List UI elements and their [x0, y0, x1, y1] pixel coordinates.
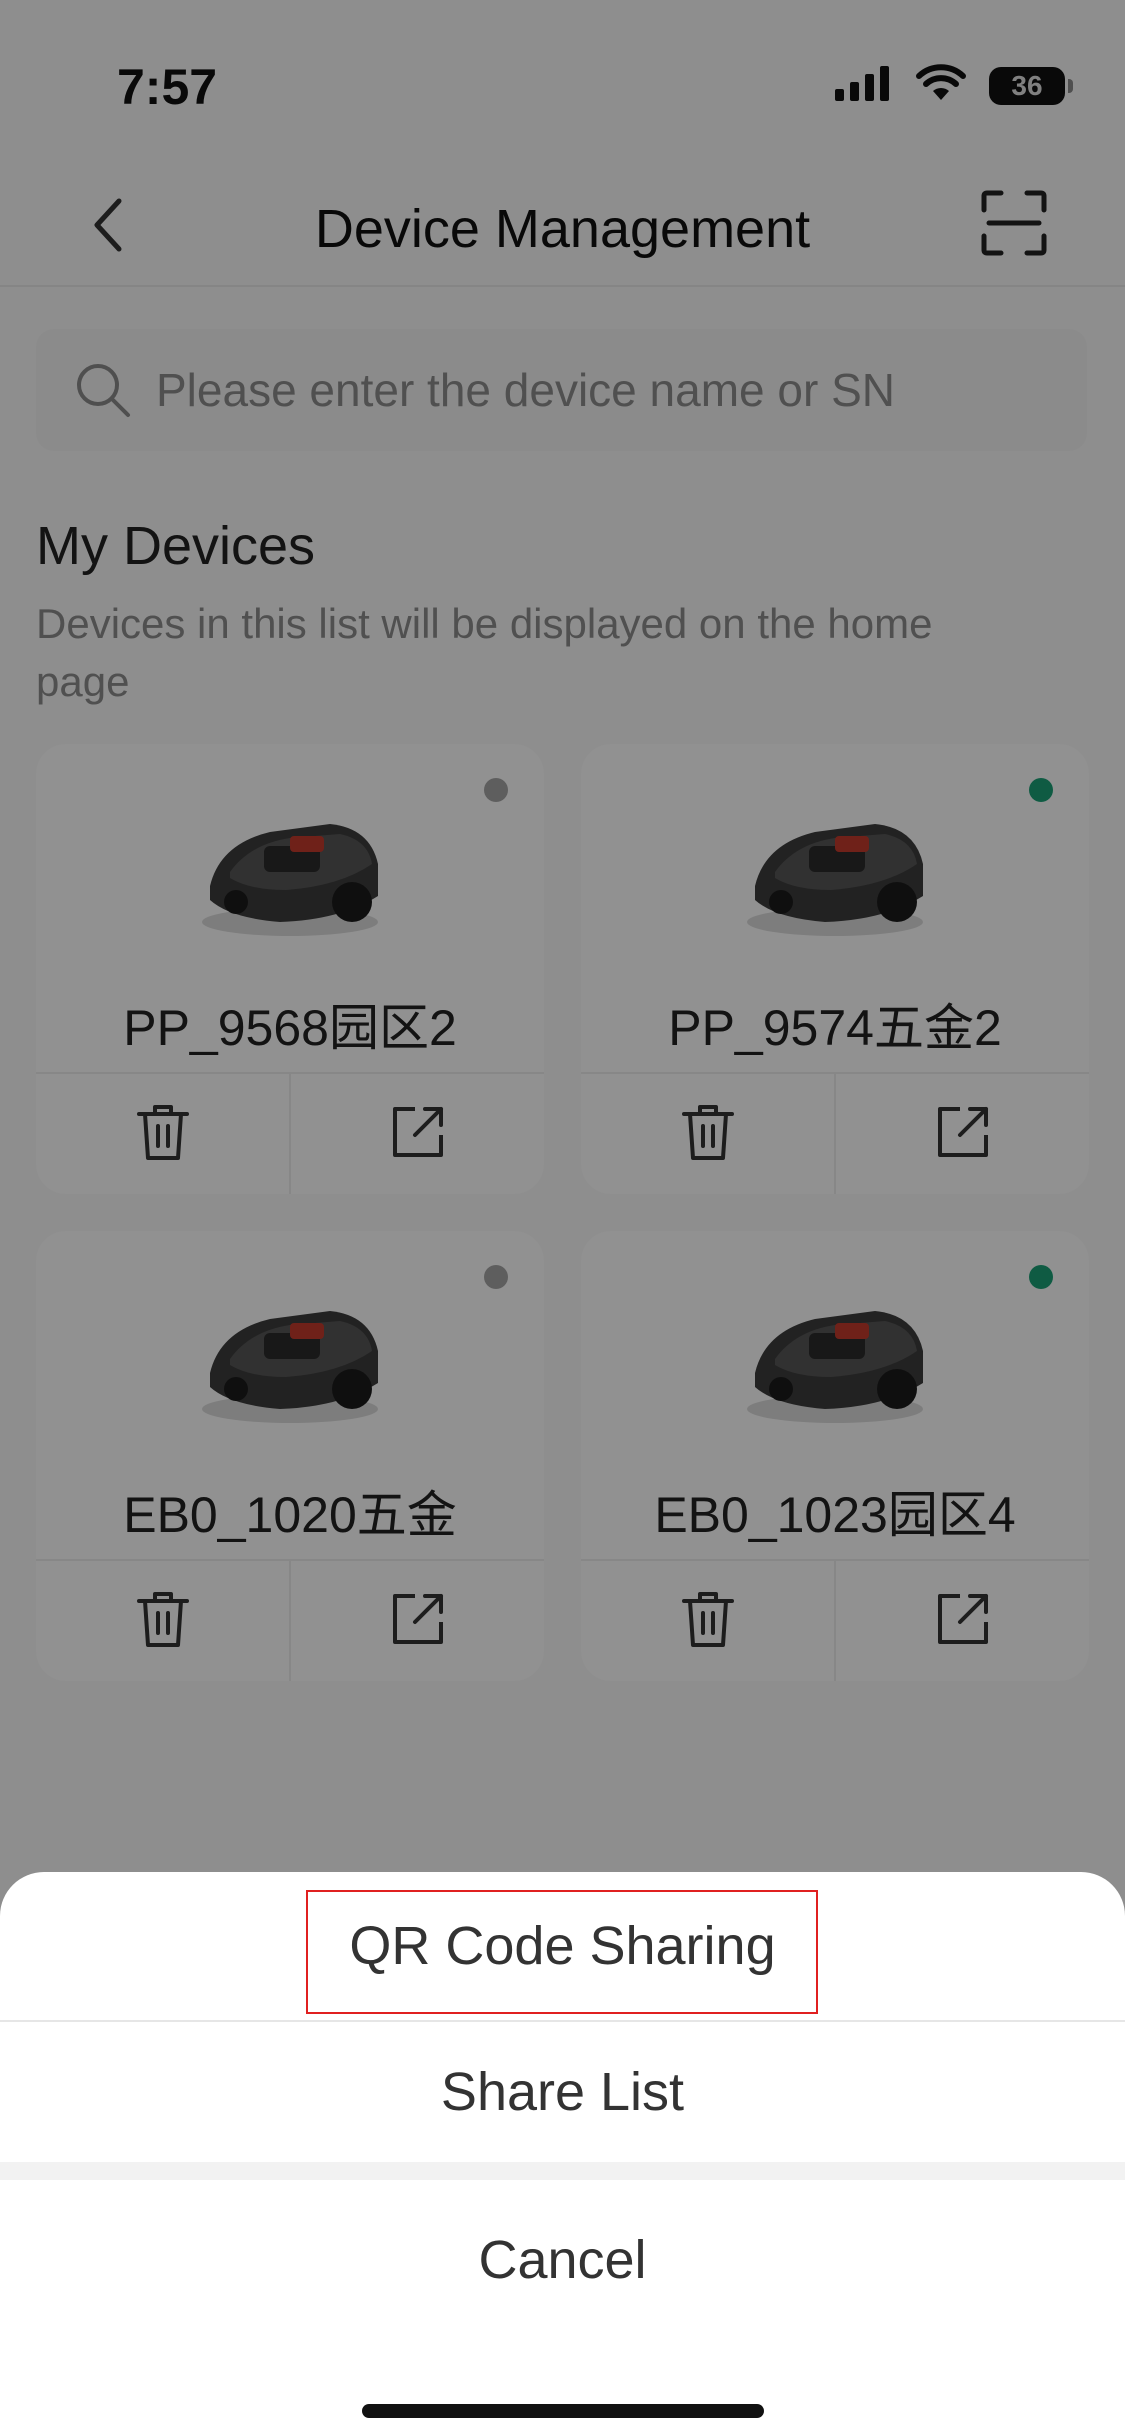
highlight-frame: [306, 1890, 818, 2014]
home-indicator: [362, 2404, 764, 2418]
share-action-sheet: QR Code Sharing Share List Cancel: [0, 1872, 1125, 2436]
share-list-option[interactable]: Share List: [0, 2022, 1125, 2162]
section-gap: [0, 2162, 1125, 2180]
device-management-screen: 7:57 36 Device Management Please enter t…: [0, 0, 1125, 2436]
cancel-button[interactable]: Cancel: [0, 2180, 1125, 2340]
